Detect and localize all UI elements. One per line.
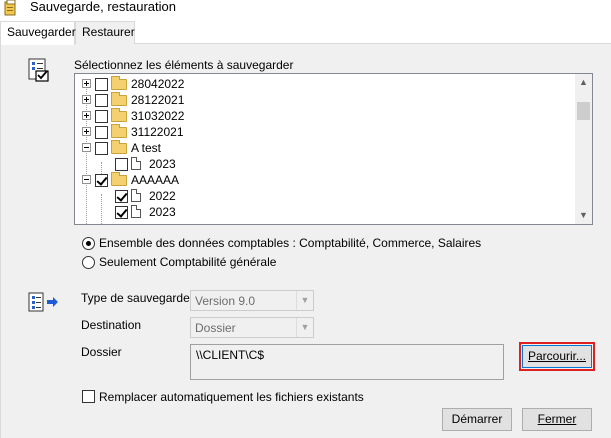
tree-item[interactable]: 31032022 bbox=[75, 108, 575, 124]
document-icon bbox=[131, 157, 141, 170]
folder-icon bbox=[111, 92, 127, 106]
tree-checkbox[interactable] bbox=[95, 174, 108, 187]
tree-item[interactable]: AAAAAA bbox=[75, 172, 575, 188]
document-icon bbox=[131, 205, 141, 218]
tree-item-label: 2023 bbox=[149, 205, 176, 219]
tree-checkbox[interactable] bbox=[95, 94, 108, 107]
scroll-thumb[interactable] bbox=[577, 102, 590, 120]
tree-item[interactable]: 2022 bbox=[75, 188, 575, 204]
tree-checkbox[interactable] bbox=[115, 190, 128, 203]
tree-item-label: 2022 bbox=[149, 189, 176, 203]
tab-sauvegarder[interactable]: Sauvegarder bbox=[0, 21, 76, 45]
expand-icon[interactable] bbox=[82, 111, 91, 120]
folder-icon bbox=[111, 76, 127, 90]
backup-type-value: Version 9.0 bbox=[195, 294, 256, 308]
tree-item-label: 31032022 bbox=[131, 109, 185, 123]
folder-icon bbox=[111, 172, 127, 186]
folder-path-value: \\CLIENT\C$ bbox=[196, 348, 265, 362]
replace-files-label[interactable]: Remplacer automatiquement les fichiers e… bbox=[99, 390, 364, 404]
tree-item[interactable]: 28122021 bbox=[75, 92, 575, 108]
tree-item[interactable]: A test bbox=[75, 140, 575, 156]
tree-item[interactable]: 28042022 bbox=[75, 76, 575, 92]
tree-item-label: A test bbox=[131, 141, 162, 155]
tree-item-label: 31122021 bbox=[131, 125, 184, 139]
expand-icon[interactable] bbox=[82, 95, 91, 104]
scope-all-label[interactable]: Ensemble des données comptables : Compta… bbox=[99, 236, 481, 250]
destination-label: Destination bbox=[81, 318, 142, 332]
backup-type-select[interactable]: Version 9.0 ▼ bbox=[190, 290, 314, 311]
chevron-down-icon[interactable]: ▼ bbox=[296, 291, 313, 310]
collapse-icon[interactable] bbox=[82, 143, 91, 152]
backup-document-icon bbox=[28, 292, 58, 312]
scroll-down-icon[interactable]: ▼ bbox=[575, 207, 592, 224]
select-items-heading: Sélectionnez les éléments à sauvegarder bbox=[74, 58, 294, 72]
scope-general-label[interactable]: Seulement Comptabilité générale bbox=[99, 255, 276, 269]
destination-value: Dossier bbox=[195, 321, 236, 335]
backup-type-label: Type de sauvegarde bbox=[81, 291, 190, 305]
close-button-label: Fermer bbox=[537, 412, 577, 426]
document-icon bbox=[131, 189, 141, 202]
tree-checkbox[interactable] bbox=[95, 78, 108, 91]
folder-icon bbox=[111, 108, 127, 122]
scroll-up-icon[interactable]: ▲ bbox=[575, 74, 592, 91]
close-button[interactable]: Fermer bbox=[522, 408, 592, 431]
start-button-label: Démarrer bbox=[451, 412, 503, 426]
collapse-icon[interactable] bbox=[82, 175, 91, 184]
tree-item-label: 28122021 bbox=[131, 93, 185, 107]
tree-item[interactable]: 2023 bbox=[75, 204, 575, 220]
scope-general-radio[interactable] bbox=[82, 256, 95, 269]
folder-icon bbox=[111, 140, 127, 154]
tab-strip: Sauvegarder Restaurer bbox=[0, 21, 611, 45]
chevron-down-icon[interactable]: ▼ bbox=[296, 318, 313, 337]
tree-checkbox[interactable] bbox=[95, 110, 108, 123]
browse-button[interactable]: Parcourir... bbox=[519, 342, 595, 371]
expand-icon[interactable] bbox=[82, 79, 91, 88]
title-bar: Sauvegarde, restauration bbox=[0, 0, 611, 17]
folder-label: Dossier bbox=[81, 345, 122, 359]
scope-all-radio[interactable] bbox=[82, 237, 95, 250]
tree-item[interactable]: 31122021 bbox=[75, 124, 575, 140]
tree-checkbox[interactable] bbox=[95, 142, 108, 155]
expand-icon[interactable] bbox=[82, 127, 91, 136]
tree-checkbox[interactable] bbox=[115, 158, 128, 171]
replace-files-checkbox[interactable] bbox=[82, 390, 95, 403]
tree-checkbox[interactable] bbox=[115, 206, 128, 219]
destination-select[interactable]: Dossier ▼ bbox=[190, 317, 314, 338]
tree-item-label: 28042022 bbox=[131, 77, 185, 91]
start-button[interactable]: Démarrer bbox=[442, 408, 512, 431]
items-tree[interactable]: 28042022 28122021 31032022 31122021 A te… bbox=[74, 73, 593, 225]
app-icon bbox=[4, 0, 16, 16]
tree-item[interactable]: 2023 bbox=[75, 156, 575, 172]
tab-restaurer[interactable]: Restaurer bbox=[75, 21, 135, 44]
browse-button-label: Parcourir... bbox=[527, 349, 587, 363]
folder-path-field[interactable]: \\CLIENT\C$ bbox=[190, 344, 504, 380]
window-title: Sauvegarde, restauration bbox=[30, 0, 176, 14]
checklist-icon bbox=[28, 58, 49, 82]
folder-icon bbox=[111, 124, 127, 138]
tree-item-label: AAAAAA bbox=[131, 173, 180, 187]
tree-scrollbar[interactable]: ▲ ▼ bbox=[575, 74, 592, 224]
tree-checkbox[interactable] bbox=[95, 126, 108, 139]
tree-item-label: 2023 bbox=[149, 157, 176, 171]
